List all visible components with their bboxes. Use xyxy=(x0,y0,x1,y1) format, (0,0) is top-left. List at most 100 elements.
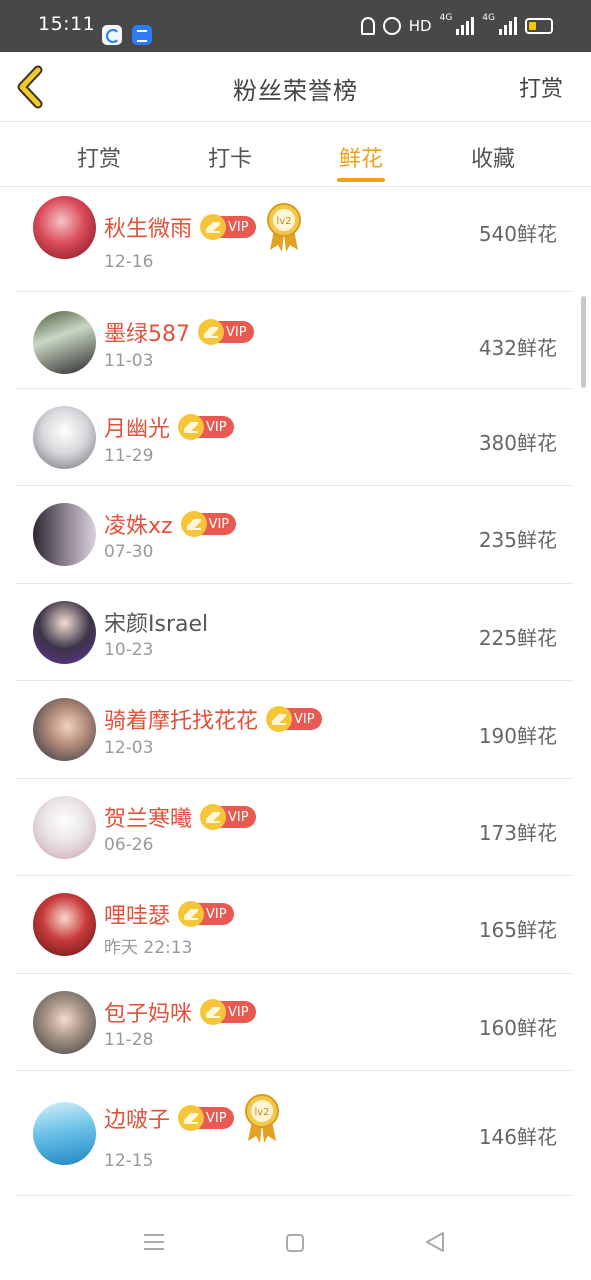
avatar[interactable] xyxy=(33,893,96,956)
menu-icon[interactable] xyxy=(144,1234,164,1250)
svg-text:lv2: lv2 xyxy=(276,216,291,227)
avatar[interactable] xyxy=(33,1102,96,1165)
vip-label: VIP xyxy=(228,219,249,235)
crown-icon xyxy=(178,901,205,927)
vip-badge: VIP xyxy=(200,804,256,830)
user-name[interactable]: 宋颜Israel xyxy=(104,606,208,638)
flower-count: 235鲜花 xyxy=(478,528,557,552)
user-name[interactable]: 贺兰寒曦 xyxy=(104,801,192,833)
crown-icon xyxy=(200,214,227,240)
date: 07-30 xyxy=(104,542,154,562)
flower-count: 540鲜花 xyxy=(478,222,557,246)
list-item[interactable]: 凌姝xz VIP 07-30 235鲜花 xyxy=(16,486,574,584)
user-name[interactable]: 边啵子 xyxy=(104,1102,170,1134)
medal-icon: lv2 xyxy=(244,1094,279,1143)
date: 12-15 xyxy=(104,1151,154,1171)
avatar[interactable] xyxy=(33,796,96,859)
tab-reward[interactable]: 打赏 xyxy=(49,141,149,173)
date: 11-28 xyxy=(104,1030,154,1050)
home-icon[interactable] xyxy=(286,1234,304,1252)
battery-icon xyxy=(525,18,553,34)
vip-label: VIP xyxy=(206,906,227,922)
flower-count: 380鲜花 xyxy=(478,431,557,455)
scrollbar[interactable] xyxy=(581,296,586,388)
avatar[interactable] xyxy=(33,991,96,1054)
signal-icon xyxy=(456,17,475,35)
list-item[interactable]: 月幽光 VIP 11-29 380鲜花 xyxy=(16,389,574,486)
list-item[interactable]: 秋生微雨 VIP lv2 12-16 540鲜花 xyxy=(16,188,574,292)
tab-checkin[interactable]: 打卡 xyxy=(180,141,280,173)
status-indicators: HD 4G 4G xyxy=(360,13,553,38)
crown-icon xyxy=(178,1105,205,1131)
medal-icon: lv2 xyxy=(266,203,301,252)
vip-badge: VIP xyxy=(200,999,256,1025)
app-notification-icon xyxy=(102,25,122,45)
avatar[interactable] xyxy=(33,601,96,664)
signal-icon-2 xyxy=(499,17,517,35)
reward-button[interactable]: 打赏 xyxy=(519,71,563,103)
level-medal: lv2 xyxy=(266,202,302,252)
vip-label: VIP xyxy=(208,516,230,532)
vip-badge: VIP xyxy=(200,214,256,240)
tab-bar: 打赏 打卡 鲜花 收藏 xyxy=(0,123,591,187)
status-bar: 15:11 HD 4G 4G xyxy=(0,0,591,52)
date: 12-16 xyxy=(104,252,154,272)
list-item[interactable]: 宋颜Israel 10-23 225鲜花 xyxy=(16,584,574,681)
notifications-off-icon xyxy=(360,17,375,35)
vip-label: VIP xyxy=(228,809,249,825)
vip-badge: VIP xyxy=(178,1105,234,1131)
user-name[interactable]: 骑着摩托找花花 xyxy=(104,703,258,735)
list-item[interactable]: 骑着摩托找花花 VIP 12-03 190鲜花 xyxy=(16,681,574,779)
tab-favorites[interactable]: 收藏 xyxy=(443,141,543,173)
status-time: 15:11 xyxy=(38,13,96,35)
flower-count: 225鲜花 xyxy=(478,626,557,650)
date: 12-03 xyxy=(104,738,154,758)
vip-badge: VIP xyxy=(198,319,254,345)
list-item[interactable]: 哩哇瑟 VIP 昨天 22:13 165鲜花 xyxy=(16,876,574,974)
vip-label: VIP xyxy=(226,324,247,340)
page-title: 粉丝荣誉榜 xyxy=(233,77,358,105)
signal2-label: 4G xyxy=(482,13,495,23)
vip-label: VIP xyxy=(228,1004,249,1020)
hd-label: HD xyxy=(408,17,432,35)
flower-count: 146鲜花 xyxy=(478,1125,557,1149)
avatar[interactable] xyxy=(33,406,96,469)
date: 11-03 xyxy=(104,351,154,371)
user-name[interactable]: 墨绿587 xyxy=(104,316,190,348)
alarm-icon xyxy=(382,17,401,35)
flower-count: 165鲜花 xyxy=(478,918,557,942)
user-name[interactable]: 包子妈咪 xyxy=(104,996,192,1028)
date: 11-29 xyxy=(104,446,154,466)
vip-badge: VIP xyxy=(180,511,237,537)
crown-icon xyxy=(200,804,227,830)
system-nav-bar xyxy=(0,1200,591,1280)
user-name[interactable]: 秋生微雨 xyxy=(104,211,192,243)
list-item[interactable]: 边啵子 VIP lv2 12-15 146鲜花 xyxy=(16,1071,574,1196)
avatar[interactable] xyxy=(33,698,96,761)
user-name[interactable]: 凌姝xz xyxy=(104,508,173,540)
user-name[interactable]: 哩哇瑟 xyxy=(104,898,170,930)
svg-text:lv2: lv2 xyxy=(254,1107,269,1118)
crown-icon xyxy=(178,414,205,440)
crown-icon xyxy=(180,511,207,537)
signal1-label: 4G xyxy=(439,13,453,23)
app-header: 粉丝荣誉榜 打赏 xyxy=(0,52,591,122)
back-icon[interactable] xyxy=(424,1231,446,1253)
avatar[interactable] xyxy=(33,503,96,566)
date: 06-26 xyxy=(104,835,154,855)
list-item[interactable]: 墨绿587 VIP 11-03 432鲜花 xyxy=(16,292,574,389)
crown-icon xyxy=(198,319,224,345)
list-item[interactable]: 包子妈咪 VIP 11-28 160鲜花 xyxy=(16,974,574,1071)
avatar[interactable] xyxy=(33,311,96,374)
vip-badge: VIP xyxy=(178,901,234,927)
tab-flowers[interactable]: 鲜花 xyxy=(311,141,411,173)
flower-count: 173鲜花 xyxy=(478,821,557,845)
list-item[interactable]: 贺兰寒曦 VIP 06-26 173鲜花 xyxy=(16,779,574,876)
vip-label: VIP xyxy=(206,419,227,435)
user-name[interactable]: 月幽光 xyxy=(104,411,170,443)
app-notification-icon-2 xyxy=(132,25,152,45)
date: 10-23 xyxy=(104,640,154,660)
avatar[interactable] xyxy=(33,196,96,259)
vip-label: VIP xyxy=(294,711,315,727)
date: 昨天 22:13 xyxy=(104,938,193,958)
